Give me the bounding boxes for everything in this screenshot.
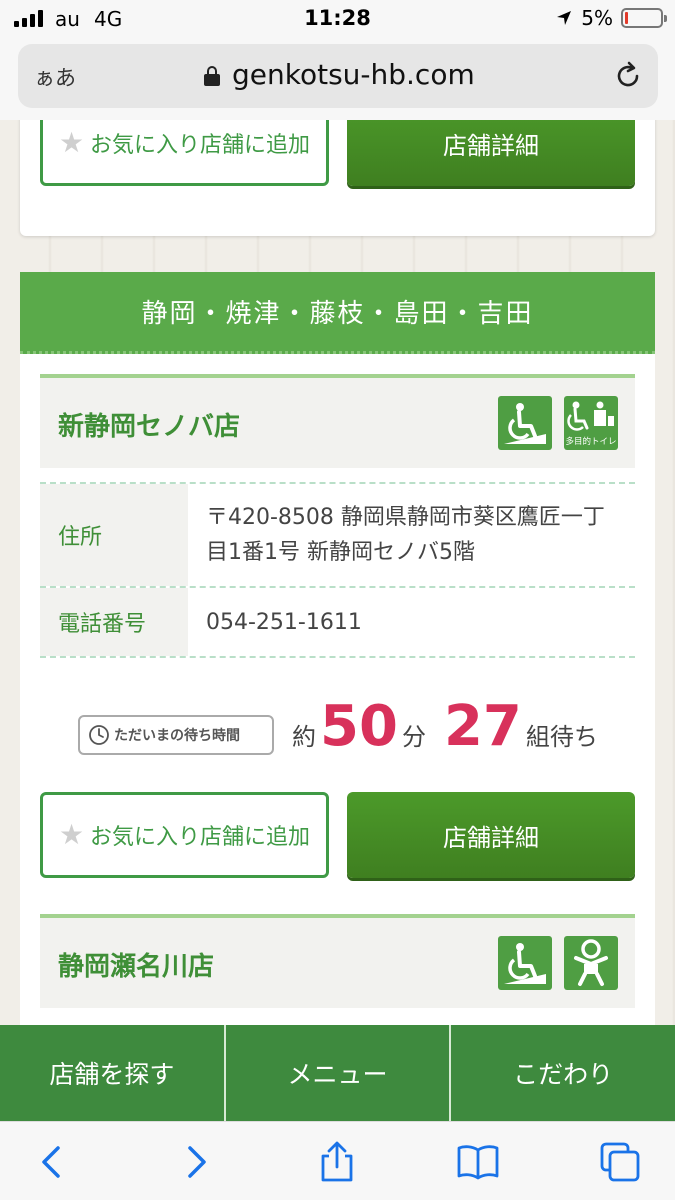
address-value: 〒420-8508 静岡県静岡市葵区鷹匠一丁目1番1号 新静岡セノバ5階 <box>206 505 605 565</box>
add-favorite-button[interactable]: ★ お気に入り店舗に追加 <box>40 792 329 878</box>
wait-groups: 27 <box>443 694 522 759</box>
tabs-icon[interactable] <box>598 1140 642 1184</box>
add-favorite-label: お気に入り店舗に追加 <box>90 133 311 158</box>
phone-value[interactable]: 054-251-1611 <box>188 588 635 656</box>
site-bottom-nav: 店舗を探す メニュー こだわり <box>0 1025 675 1121</box>
location-arrow-icon <box>557 11 572 25</box>
status-bar: au 4G 11:28 5% <box>0 0 675 38</box>
browser-toolbar <box>0 1121 675 1200</box>
url-domain[interactable]: genkotsu-hb.com <box>232 58 475 91</box>
lock-icon <box>204 66 220 86</box>
region-header: 静岡・焼津・藤枝・島田・吉田 <box>20 272 655 354</box>
multipurpose-toilet-icon: 多目的トイレ <box>564 396 618 450</box>
store-detail-button[interactable]: 店舗詳細 <box>347 120 635 186</box>
address-bar[interactable]: ぁあ genkotsu-hb.com <box>18 44 658 108</box>
battery-percent: 5% <box>581 6 613 30</box>
baby-icon <box>564 936 618 990</box>
store-info-table: 住所 〒420-8508 静岡県静岡市葵区鷹匠一丁目1番1号 新静岡セノバ5階 … <box>40 482 635 658</box>
wait-time-badge: ただいまの待ち時間 <box>78 715 274 755</box>
wait-prefix: 約 <box>292 723 316 751</box>
wait-time-badge-label: ただいまの待ち時間 <box>114 728 240 744</box>
store-detail-label: 店舗詳細 <box>443 131 539 160</box>
region-card: 静岡・焼津・藤枝・島田・吉田 新静岡セノバ店 多目的トイレ 住所 〒420-85… <box>20 272 655 1025</box>
browser-address-area: ぁあ genkotsu-hb.com <box>0 38 675 120</box>
store-detail-button[interactable]: 店舗詳細 <box>347 792 635 878</box>
wheelchair-icon <box>498 936 552 990</box>
store-header: 新静岡セノバ店 多目的トイレ <box>40 374 635 468</box>
wait-minutes-unit: 分 <box>401 723 426 751</box>
star-icon: ★ <box>58 818 85 851</box>
store-name: 新静岡セノバ店 <box>58 412 241 442</box>
phone-row: 電話番号 054-251-1611 <box>40 586 635 658</box>
add-favorite-label: お気に入り店舗に追加 <box>90 825 311 850</box>
nav-find-store[interactable]: 店舗を探す <box>0 1025 226 1121</box>
wait-time-area: ただいまの待ち時間 約 50 分 27 組待ち <box>20 682 655 772</box>
clock-icon <box>89 725 109 745</box>
add-favorite-button[interactable]: ★ お気に入り店舗に追加 <box>40 120 329 186</box>
store-detail-label: 店舗詳細 <box>443 823 539 852</box>
share-icon[interactable] <box>315 1140 359 1184</box>
phone-label: 電話番号 <box>40 588 188 656</box>
wheelchair-icon <box>498 396 552 450</box>
nav-kodawari[interactable]: こだわり <box>451 1025 675 1121</box>
store-name: 静岡瀬名川店 <box>58 952 215 982</box>
battery-icon <box>621 8 667 28</box>
wait-minutes: 50 <box>320 694 398 759</box>
address-label: 住所 <box>40 484 188 586</box>
store-card-previous: ★ お気に入り店舗に追加 店舗詳細 <box>20 120 655 236</box>
wait-time-text: 約 50 分 27 組待ち <box>292 694 598 764</box>
forward-icon[interactable] <box>174 1140 218 1184</box>
nav-menu[interactable]: メニュー <box>226 1025 452 1121</box>
toilet-label: 多目的トイレ <box>565 436 616 447</box>
address-row: 住所 〒420-8508 静岡県静岡市葵区鷹匠一丁目1番1号 新静岡セノバ5階 <box>40 482 635 586</box>
reader-settings-button[interactable]: ぁあ <box>34 62 76 92</box>
store-header: 静岡瀬名川店 <box>40 914 635 1008</box>
bookmarks-icon[interactable] <box>456 1140 500 1184</box>
back-icon[interactable] <box>30 1140 74 1184</box>
reload-icon[interactable] <box>612 60 644 92</box>
star-icon: ★ <box>58 126 85 159</box>
wait-groups-unit: 組待ち <box>525 723 598 751</box>
region-title: 静岡・焼津・藤枝・島田・吉田 <box>141 299 534 329</box>
page-content: ★ お気に入り店舗に追加 店舗詳細 静岡・焼津・藤枝・島田・吉田 新静岡セノバ店 <box>0 120 675 1025</box>
